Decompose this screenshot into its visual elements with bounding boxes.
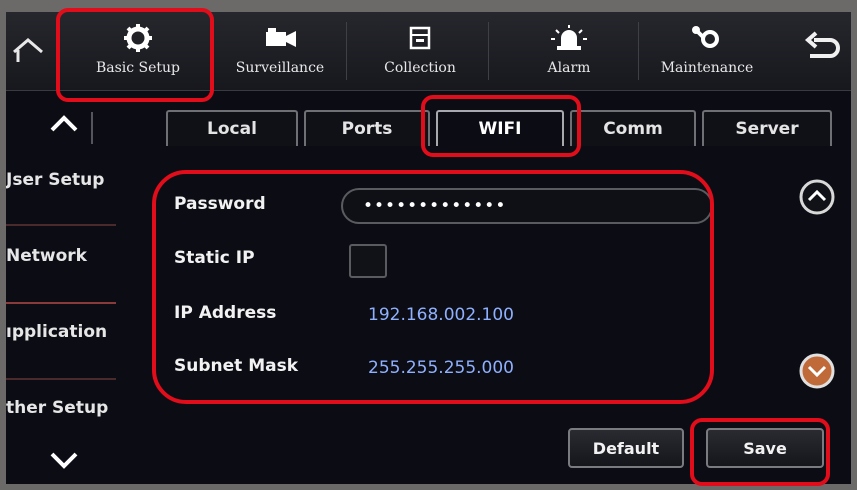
sidebar-item-application[interactable]: ıpplication: [6, 304, 156, 378]
tab-wifi[interactable]: WIFI: [436, 110, 564, 146]
sidebar-item-label: ther Setup: [6, 398, 109, 418]
tools-icon: [692, 26, 719, 48]
toolbar-alarm[interactable]: Alarm: [514, 18, 624, 84]
save-button[interactable]: Save: [706, 428, 824, 468]
toolbar-label: Basic Setup: [95, 60, 181, 76]
sidebar-item-label: ıpplication: [6, 322, 108, 342]
toolbar-label: Alarm: [547, 60, 591, 76]
ip-address-label: IP Address: [174, 303, 277, 323]
alarm-light-icon: [551, 25, 587, 50]
toolbar-collection[interactable]: Collection: [356, 18, 484, 84]
page-down-icon[interactable]: [798, 352, 836, 390]
home-icon[interactable]: [10, 32, 46, 68]
password-field[interactable]: •••••••••••••: [341, 188, 713, 224]
sidebar-item-label: Network: [6, 246, 87, 266]
tab-local[interactable]: Local: [166, 110, 298, 146]
sidebar-item-user-setup[interactable]: Jser Setup: [6, 152, 156, 226]
sidebar-item-network[interactable]: Network: [6, 228, 156, 302]
ip-address-value[interactable]: 192.168.002.100: [368, 305, 514, 325]
scroll-down-icon[interactable]: [34, 442, 94, 478]
top-toolbar: Basic Setup Surveillance Collection Alar…: [6, 12, 851, 91]
static-ip-label: Static IP: [174, 248, 255, 268]
camera-icon: [266, 28, 296, 47]
toolbar-label: Collection: [384, 60, 456, 76]
tab-server[interactable]: Server: [702, 110, 832, 146]
password-label: Password: [174, 194, 266, 214]
toolbar-maintenance[interactable]: Maintenance: [642, 18, 772, 84]
default-button[interactable]: Default: [568, 428, 684, 468]
toolbar-label: Surveillance: [235, 60, 325, 76]
tab-bar: Local Ports WIFI Comm Server: [6, 98, 851, 150]
tab-comm[interactable]: Comm: [570, 110, 696, 146]
page-up-icon[interactable]: [798, 178, 836, 216]
sidebar: Jser Setup Network ıpplication ther Setu…: [6, 152, 156, 484]
subnet-mask-label: Subnet Mask: [174, 356, 299, 376]
back-arrow-icon[interactable]: [802, 30, 842, 66]
tab-ports[interactable]: Ports: [304, 110, 430, 146]
storage-icon: [409, 26, 431, 50]
toolbar-basic-setup[interactable]: Basic Setup: [68, 18, 208, 84]
gear-icon: [124, 24, 152, 52]
subnet-mask-value[interactable]: 255.255.255.000: [368, 358, 514, 378]
toolbar-surveillance[interactable]: Surveillance: [218, 18, 342, 84]
toolbar-label: Maintenance: [660, 60, 754, 76]
dvr-screen: Basic Setup Surveillance Collection Alar…: [6, 12, 851, 484]
static-ip-checkbox[interactable]: [349, 244, 387, 278]
sidebar-item-label: Jser Setup: [6, 170, 105, 190]
